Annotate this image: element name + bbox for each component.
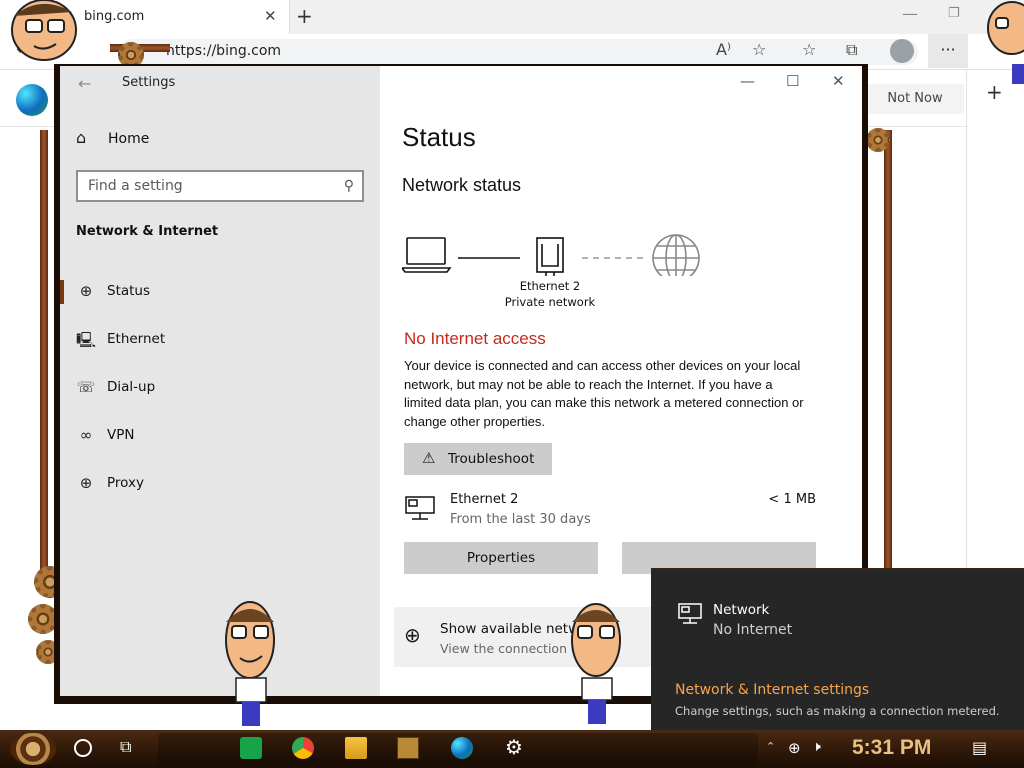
tray-volume-muted-icon[interactable]: 🕨 <box>812 739 821 755</box>
dialup-icon: ☏ <box>76 378 96 396</box>
data-usage: < 1 MB <box>768 492 816 507</box>
ethernet-icon <box>405 496 435 520</box>
properties-button[interactable]: Properties <box>404 542 598 574</box>
pipe-decoration <box>40 130 48 570</box>
adapter-caption: Ethernet 2 Private network <box>498 278 602 310</box>
connection-name: Ethernet 2 <box>450 492 519 507</box>
status-description: Your device is connected and can access … <box>404 358 804 429</box>
connection-period: From the last 30 days <box>450 512 591 527</box>
network-type: Private network <box>504 295 596 309</box>
taskbar: ⧉ ⚙ ⌃ ⊕ 🕨 5:31 PM ▤ <box>0 730 1024 768</box>
gear-decoration <box>866 128 890 152</box>
tray-overflow-icon[interactable]: ⌃ <box>766 740 775 753</box>
settings-nav-pane: ← Settings ⌂ Home ⚲ Network & Internet ⊕… <box>60 66 380 696</box>
network-icon <box>678 603 702 624</box>
maximize-icon[interactable]: ☐ <box>786 72 799 90</box>
taskbar-clock[interactable]: 5:31 PM <box>852 736 931 760</box>
flyout-network-name[interactable]: Network <box>713 602 769 618</box>
home-label: Home <box>108 131 150 147</box>
game-app-icon[interactable] <box>397 737 419 759</box>
url-field[interactable]: https://bing.com <box>118 39 918 65</box>
network-settings-description: Change settings, such as making a connec… <box>675 704 1000 718</box>
nav-item-status[interactable]: ⊕ Status <box>60 274 380 310</box>
nav-item-label: Dial-up <box>107 379 156 395</box>
connection-row: Ethernet 2 From the last 30 days < 1 MB <box>404 490 824 534</box>
pipe-decoration <box>884 130 892 570</box>
edge-logo-icon <box>16 84 48 116</box>
nav-item-label: Ethernet <box>107 331 166 347</box>
show-networks-title: Show available netwo <box>440 621 588 637</box>
minimize-icon[interactable]: — <box>740 72 755 90</box>
not-now-button[interactable]: Not Now <box>866 84 964 114</box>
nav-item-ethernet[interactable]: 🖳 Ethernet <box>60 322 380 358</box>
settings-back-icon[interactable]: ← <box>78 74 91 93</box>
close-tab-icon[interactable]: ✕ <box>264 7 277 25</box>
cartoon-mascot <box>225 601 275 726</box>
cartoon-mascot <box>11 0 77 61</box>
edge-app-icon[interactable] <box>451 737 473 759</box>
internet-globe-icon <box>652 234 700 276</box>
close-icon[interactable]: ✕ <box>832 72 845 90</box>
nav-item-dialup[interactable]: ☏ Dial-up <box>60 370 380 406</box>
troubleshoot-label: Troubleshoot <box>448 451 535 467</box>
cartoon-mascot <box>987 1 1024 84</box>
browser-minimize-icon[interactable]: — <box>902 4 918 23</box>
cartoon-mascot <box>571 603 621 724</box>
tab-title: bing.com <box>84 9 145 24</box>
browser-restore-icon[interactable]: ❐ <box>948 6 960 21</box>
profile-avatar[interactable] <box>890 39 914 63</box>
globe-icon: ⊕ <box>404 623 421 647</box>
settings-app-icon[interactable]: ⚙ <box>503 735 525 759</box>
collections-icon[interactable]: ⧉ <box>846 40 857 60</box>
flyout-network-status: No Internet <box>713 622 793 638</box>
favorites-icon[interactable]: ☆ <box>802 40 816 59</box>
task-view-icon[interactable]: ⧉ <box>120 737 131 757</box>
tab-bar: bing.com ✕ + — ❐ <box>0 0 1024 34</box>
proxy-icon: ⊕ <box>79 474 93 492</box>
tray-network-icon[interactable]: ⊕ <box>788 739 801 757</box>
page-title: Status <box>402 122 476 152</box>
troubleshoot-button[interactable]: ⚠ Troubleshoot <box>404 443 552 475</box>
more-options-button[interactable]: ··· <box>928 34 968 68</box>
show-networks-subtitle: View the connection op <box>440 641 587 656</box>
home-icon: ⌂ <box>76 128 87 147</box>
nav-item-proxy[interactable]: ⊕ Proxy <box>60 466 380 502</box>
settings-search-input[interactable] <box>88 178 328 194</box>
adapter-name: Ethernet 2 <box>519 279 581 293</box>
notification-center-icon[interactable]: ▤ <box>972 738 987 757</box>
read-aloud-icon[interactable]: A⁾ <box>716 40 731 59</box>
nav-item-vpn[interactable]: ∞ VPN <box>60 418 380 454</box>
cortana-icon[interactable] <box>74 739 92 757</box>
ethernet-icon: 🖳 <box>76 331 97 349</box>
settings-title: Settings <box>122 75 176 90</box>
file-explorer-icon[interactable] <box>345 737 367 759</box>
nav-item-label: Status <box>107 283 151 299</box>
window-controls: — ☐ ✕ <box>702 66 862 98</box>
settings-search-box[interactable]: ⚲ <box>76 170 364 202</box>
new-tab-button[interactable]: + <box>296 4 313 28</box>
vpn-icon: ∞ <box>79 426 93 444</box>
laptop-icon <box>402 237 452 273</box>
nav-item-label: Proxy <box>107 475 144 491</box>
network-status-heading: Network status <box>402 175 522 195</box>
network-settings-link[interactable]: Network & Internet settings <box>675 682 869 698</box>
no-internet-alert: No Internet access <box>404 329 546 348</box>
globe-icon: ⊕ <box>79 282 93 300</box>
nav-item-label: VPN <box>107 427 135 443</box>
chrome-app-icon[interactable] <box>292 737 314 759</box>
notes-app-icon[interactable] <box>240 737 262 759</box>
search-icon[interactable]: ⚲ <box>344 178 354 194</box>
network-diagram: Ethernet 2 Private network <box>402 226 722 326</box>
add-favorite-icon[interactable]: ☆ <box>752 40 766 59</box>
ethernet-port-icon <box>536 237 564 276</box>
network-diagram-graphic <box>402 234 700 276</box>
network-flyout: Network No Internet Network & Internet s… <box>651 568 1024 730</box>
section-header: Network & Internet <box>76 224 219 239</box>
url-text: https://bing.com <box>166 43 282 59</box>
start-button[interactable] <box>10 733 56 765</box>
warning-icon: ⚠ <box>422 449 436 467</box>
